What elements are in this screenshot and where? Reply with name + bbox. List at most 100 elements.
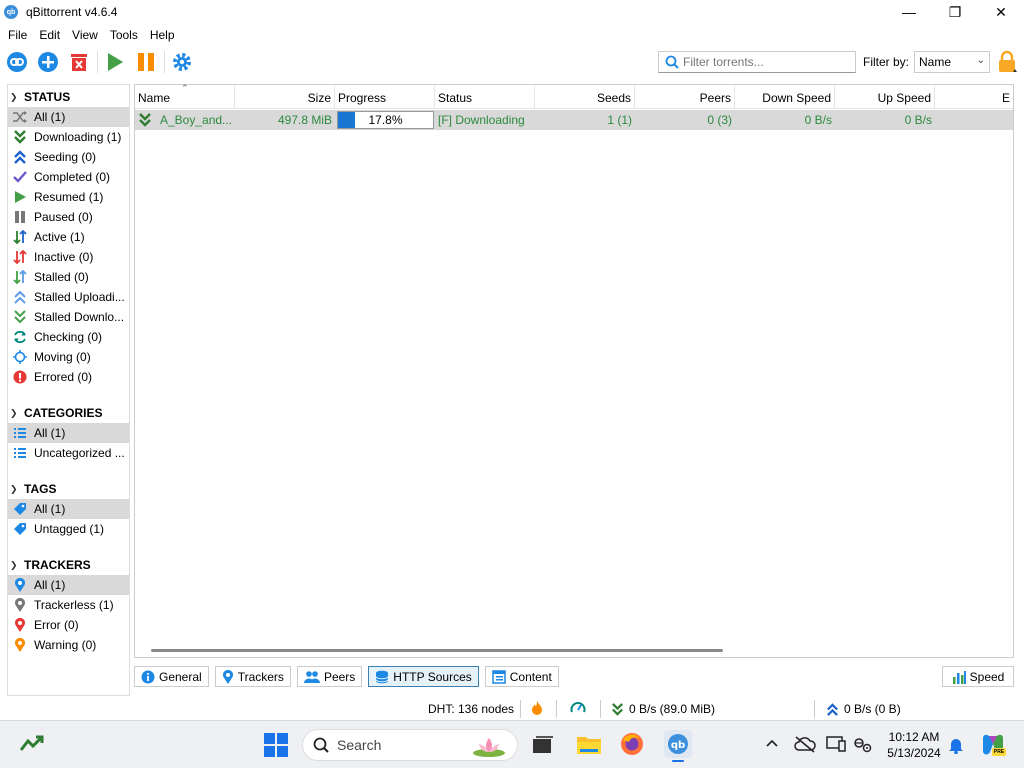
status-active[interactable]: Active (1) [8,227,129,247]
status-section-header[interactable]: ❯ STATUS [8,87,129,107]
minimize-button[interactable]: — [886,0,932,24]
status-downloading[interactable]: Downloading (1) [8,127,129,147]
properties-tabs: General Trackers Peers HTTP Sources Cont… [134,666,565,688]
filter-by-select[interactable]: Name ⌄ [914,51,990,73]
tab-trackers[interactable]: Trackers [214,666,291,687]
firefox-icon[interactable] [620,732,644,759]
add-torrent-file-button[interactable] [35,49,61,75]
tracker-all[interactable]: All (1) [8,575,129,595]
qbittorrent-taskbar-icon[interactable]: qb [664,730,692,765]
tracker-warning[interactable]: Warning (0) [8,635,129,655]
bar-chart-icon [952,670,966,684]
status-completed[interactable]: Completed (0) [8,167,129,187]
status-stalled-label: Stalled (0) [34,270,89,284]
task-view-icon[interactable] [532,735,554,758]
copilot-icon[interactable]: PRE [980,732,1006,761]
network-settings-icon[interactable] [852,735,872,756]
status-stalled[interactable]: Stalled (0) [8,267,129,287]
column-header-size[interactable]: Size [235,85,335,109]
trackers-section-header[interactable]: ❯ TRACKERS [8,555,129,575]
categories-section-header[interactable]: ❯ CATEGORIES [8,403,129,423]
toolbar-separator [97,51,98,73]
remove-torrent-button[interactable] [66,49,92,75]
tab-content[interactable]: Content [484,666,559,687]
menu-view[interactable]: View [66,28,104,42]
stalled-arrows-icon [12,269,28,285]
status-moving[interactable]: Moving (0) [8,347,129,367]
status-inactive[interactable]: Inactive (0) [8,247,129,267]
tracker-all-label: All (1) [34,578,66,592]
filter-torrents-input-box[interactable] [658,51,856,73]
status-stalled-downloading[interactable]: Stalled Downlo... [8,307,129,327]
stocks-widget-icon[interactable] [19,735,44,756]
download-speed[interactable]: 0 B/s (89.0 MiB) [611,702,715,716]
status-stalled-uploading[interactable]: Stalled Uploadi... [8,287,129,307]
column-header-eta[interactable]: E [935,85,1013,109]
status-resumed[interactable]: Resumed (1) [8,187,129,207]
tab-general[interactable]: General [134,666,209,687]
status-moving-label: Moving (0) [34,350,91,364]
add-torrent-link-button[interactable] [4,49,30,75]
menu-help[interactable]: Help [144,28,181,42]
windows-taskbar: Search qb 10:12 AM 5/13/2024 PRE [0,720,1024,768]
show-hidden-icons-chevron-icon[interactable] [765,737,779,752]
torrent-list[interactable]: ⌃ Name Size Progress Status Seeds Peers … [134,83,1014,658]
file-explorer-icon[interactable] [576,733,602,758]
toolbar: Filter by: Name ⌄ [0,46,1024,78]
upload-speed[interactable]: 0 B/s (0 B) [826,702,901,716]
menu-edit[interactable]: Edit [33,28,66,42]
tracker-trackerless[interactable]: Trackerless (1) [8,595,129,615]
column-header-progress[interactable]: Progress [335,85,435,109]
table-row[interactable]: A_Boy_and... 497.8 MiB 17.8% [F] Downloa… [135,110,1013,130]
close-button[interactable]: ✕ [978,0,1024,24]
system-clock[interactable]: 10:12 AM 5/13/2024 [880,729,948,761]
status-bar: DHT: 136 nodes 0 B/s (89.0 MiB) 0 B/s (0… [0,698,1024,720]
horizontal-scrollbar[interactable] [151,649,723,652]
pause-icon [12,209,28,225]
status-seeding[interactable]: Seeding (0) [8,147,129,167]
column-header-up-speed[interactable]: Up Speed [835,85,935,109]
filter-torrents-input[interactable] [683,55,843,69]
qbittorrent-logo-icon: qb [4,5,18,19]
onedrive-offline-icon[interactable] [794,735,816,756]
speed-button[interactable]: Speed [942,666,1014,687]
status-paused[interactable]: Paused (0) [8,207,129,227]
tab-http-sources[interactable]: HTTP Sources [368,666,479,687]
display-icon[interactable] [826,735,846,756]
windows-start-icon[interactable] [264,733,288,760]
column-header-name[interactable]: ⌃ Name [135,83,235,109]
notification-bell-icon[interactable] [948,736,964,757]
column-header-down-speed[interactable]: Down Speed [735,85,835,109]
torrent-status: [F] Downloading [438,113,525,127]
column-header-seeds[interactable]: Seeds [535,85,635,109]
active-arrows-icon [12,229,28,245]
resume-button[interactable] [102,49,128,75]
column-header-status[interactable]: Status [435,85,535,109]
taskbar-search-box[interactable]: Search [302,729,518,761]
stalled-down-icon [12,309,28,325]
status-errored[interactable]: Errored (0) [8,367,129,387]
tag-all[interactable]: All (1) [8,499,129,519]
tag-untagged[interactable]: Untagged (1) [8,519,129,539]
status-checking[interactable]: Checking (0) [8,327,129,347]
copilot-preview-badge: PRE [993,749,1005,755]
status-resumed-label: Resumed (1) [34,190,104,204]
flame-icon[interactable] [530,700,544,716]
dht-nodes: DHT: 136 nodes [428,702,515,716]
tags-section-header[interactable]: ❯ TAGS [8,479,129,499]
lock-icon[interactable] [996,50,1018,77]
category-all[interactable]: All (1) [8,423,129,443]
maximize-button[interactable]: ❐ [932,0,978,24]
category-uncategorized[interactable]: Uncategorized ... [8,443,129,463]
tracker-error[interactable]: Error (0) [8,615,129,635]
tab-peers[interactable]: Peers [296,666,363,687]
status-all[interactable]: All (1) [8,107,129,127]
options-button[interactable] [169,49,195,75]
chevron-down-icon: ❯ [10,91,18,102]
column-header-peers[interactable]: Peers [635,85,735,109]
pause-button[interactable] [133,49,159,75]
menu-file[interactable]: File [2,28,33,42]
pin-orange-icon [12,637,28,653]
menu-tools[interactable]: Tools [104,28,144,42]
speedometer-icon[interactable] [570,700,586,716]
